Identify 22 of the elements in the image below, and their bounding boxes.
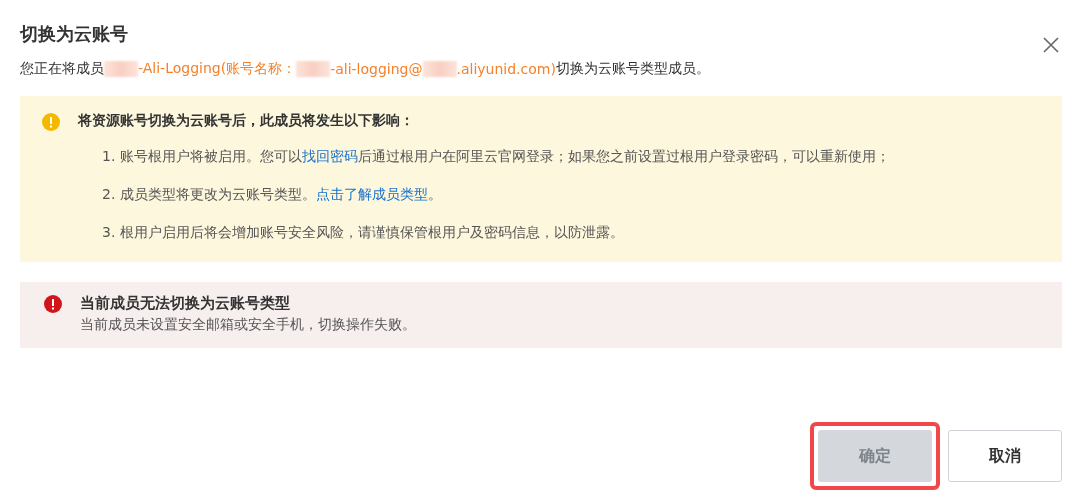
warning-item: 3. 根用户启用后将会增加账号安全风险，请谨慎保管根用户及密码信息，以防泄露。 <box>102 223 625 242</box>
warning-item: 2. 成员类型将更改为云账号类型。点击了解成员类型。 <box>102 185 443 204</box>
member-name: -Ali-Logging(账号名称： <box>138 60 297 78</box>
warning-item: 1. 账号根用户将被启用。您可以找回密码后通过根用户在阿里云官网登录；如果您之前设置过根用户登录密码，可以重新使用； <box>102 147 890 166</box>
member-name: .aliyunid.com) <box>456 61 556 77</box>
warning-icon <box>42 113 60 131</box>
link[interactable]: 找回密码 <box>301 148 358 164</box>
redaction-mark <box>296 61 331 77</box>
warning-title: 将资源账号切换为云账号后，此成员将发生以下影响： <box>78 112 415 130</box>
error-icon <box>44 295 62 313</box>
cancel-button[interactable]: 取消 <box>948 430 1062 482</box>
link[interactable]: 点击了解成员类型 <box>315 186 428 202</box>
dialog-title: 切换为云账号 <box>20 22 128 46</box>
close-icon <box>1042 36 1060 54</box>
close-button[interactable] <box>1042 36 1060 54</box>
redaction-mark <box>104 61 138 77</box>
redaction-mark <box>422 61 457 77</box>
intro-text: 您正在将成员 <box>20 60 104 78</box>
error-title: 当前成员无法切换为云账号类型 <box>80 294 291 313</box>
error-message: 当前成员未设置安全邮箱或安全手机，切换操作失败。 <box>80 316 416 334</box>
intro-text: 切换为云账号类型成员。 <box>555 60 710 76</box>
member-name: -ali-logging@ <box>330 61 423 77</box>
